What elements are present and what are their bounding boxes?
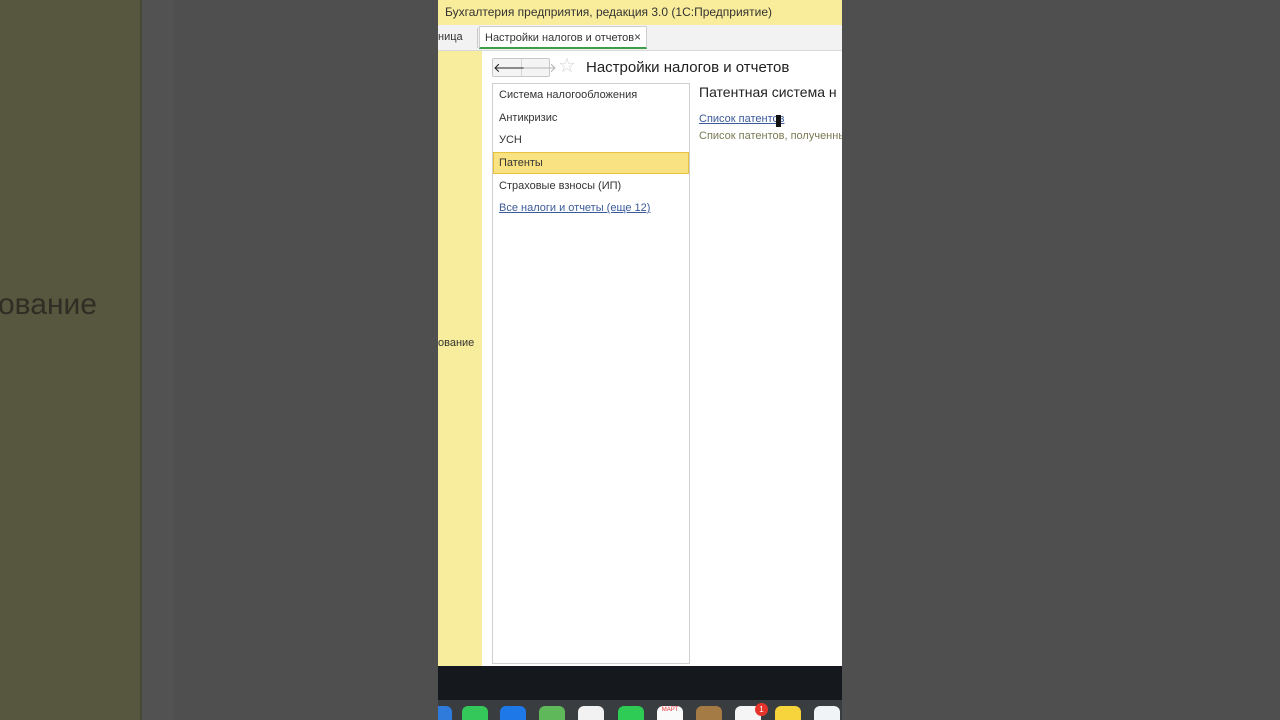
list-item-anticrisis[interactable]: Антикризис: [493, 107, 689, 129]
facetime-icon[interactable]: [618, 706, 644, 720]
all-taxes-link[interactable]: Все налоги и отчеты (еще 12): [493, 197, 689, 219]
favorite-star-icon[interactable]: ☆: [558, 56, 576, 76]
text-cursor-icon: [776, 115, 781, 127]
mail-icon[interactable]: [500, 706, 526, 720]
page-title: Настройки налогов и отчетов: [586, 59, 790, 76]
taskbar: [438, 666, 842, 700]
list-item-tax-system[interactable]: Система налогообложения: [493, 84, 689, 106]
tab-bar: ница Настройки налогов и отчетов ×: [438, 25, 842, 51]
contacts-icon[interactable]: [696, 706, 722, 720]
photos-icon[interactable]: [578, 706, 604, 720]
reminders-badge: 1: [755, 703, 768, 716]
background-left-blur: ование: [0, 0, 142, 720]
sidebar-item-partial[interactable]: ование: [438, 337, 474, 349]
panel-description: Список патентов, полученны: [699, 130, 842, 142]
app-window: Бухгалтерия предприятия, редакция 3.0 (1…: [438, 0, 842, 720]
calendar-month-label: МАРТ: [661, 707, 679, 713]
background-left-strip: [142, 0, 174, 720]
notes-icon[interactable]: [775, 706, 801, 720]
background-right: [842, 0, 1280, 720]
list-item-usn[interactable]: УСН: [493, 129, 689, 151]
patent-list-link[interactable]: Список патентов: [699, 113, 784, 125]
list-item-patents[interactable]: Патенты: [493, 152, 689, 174]
forward-arrow-icon[interactable]: 🡒: [522, 59, 557, 76]
tab-close-icon[interactable]: ×: [634, 30, 641, 44]
list-item-insurance-contributions[interactable]: Страховые взносы (ИП): [493, 175, 689, 197]
window-title: Бухгалтерия предприятия, редакция 3.0 (1…: [445, 5, 773, 19]
back-arrow-icon[interactable]: 🡐: [493, 59, 528, 76]
calendar-icon[interactable]: МАРТ: [657, 706, 683, 720]
section-sidebar: ование: [438, 51, 483, 666]
panel-title: Патентная система н: [699, 84, 837, 100]
tab-home-page[interactable]: ница: [438, 31, 463, 43]
settings-section-list: Система налогообложения Антикризис УСН П…: [492, 83, 690, 664]
freeform-icon[interactable]: [814, 706, 840, 720]
navigation-buttons: 🡐 🡒: [492, 58, 557, 77]
messages-icon[interactable]: [462, 706, 488, 720]
maps-icon[interactable]: [539, 706, 565, 720]
tab-tax-settings[interactable]: Настройки налогов и отчетов ×: [479, 26, 647, 49]
dock: МАРТ 1: [438, 700, 842, 720]
window-title-bar: Бухгалтерия предприятия, редакция 3.0 (1…: [438, 0, 842, 26]
tab-tax-settings-label: Настройки налогов и отчетов: [485, 32, 635, 44]
safari-icon[interactable]: [438, 706, 452, 720]
tab-separator: [477, 28, 478, 48]
background-blurred-text: ование: [0, 288, 97, 321]
main-content: 🡐 🡒 ☆ Настройки налогов и отчетов Систем…: [482, 51, 842, 666]
